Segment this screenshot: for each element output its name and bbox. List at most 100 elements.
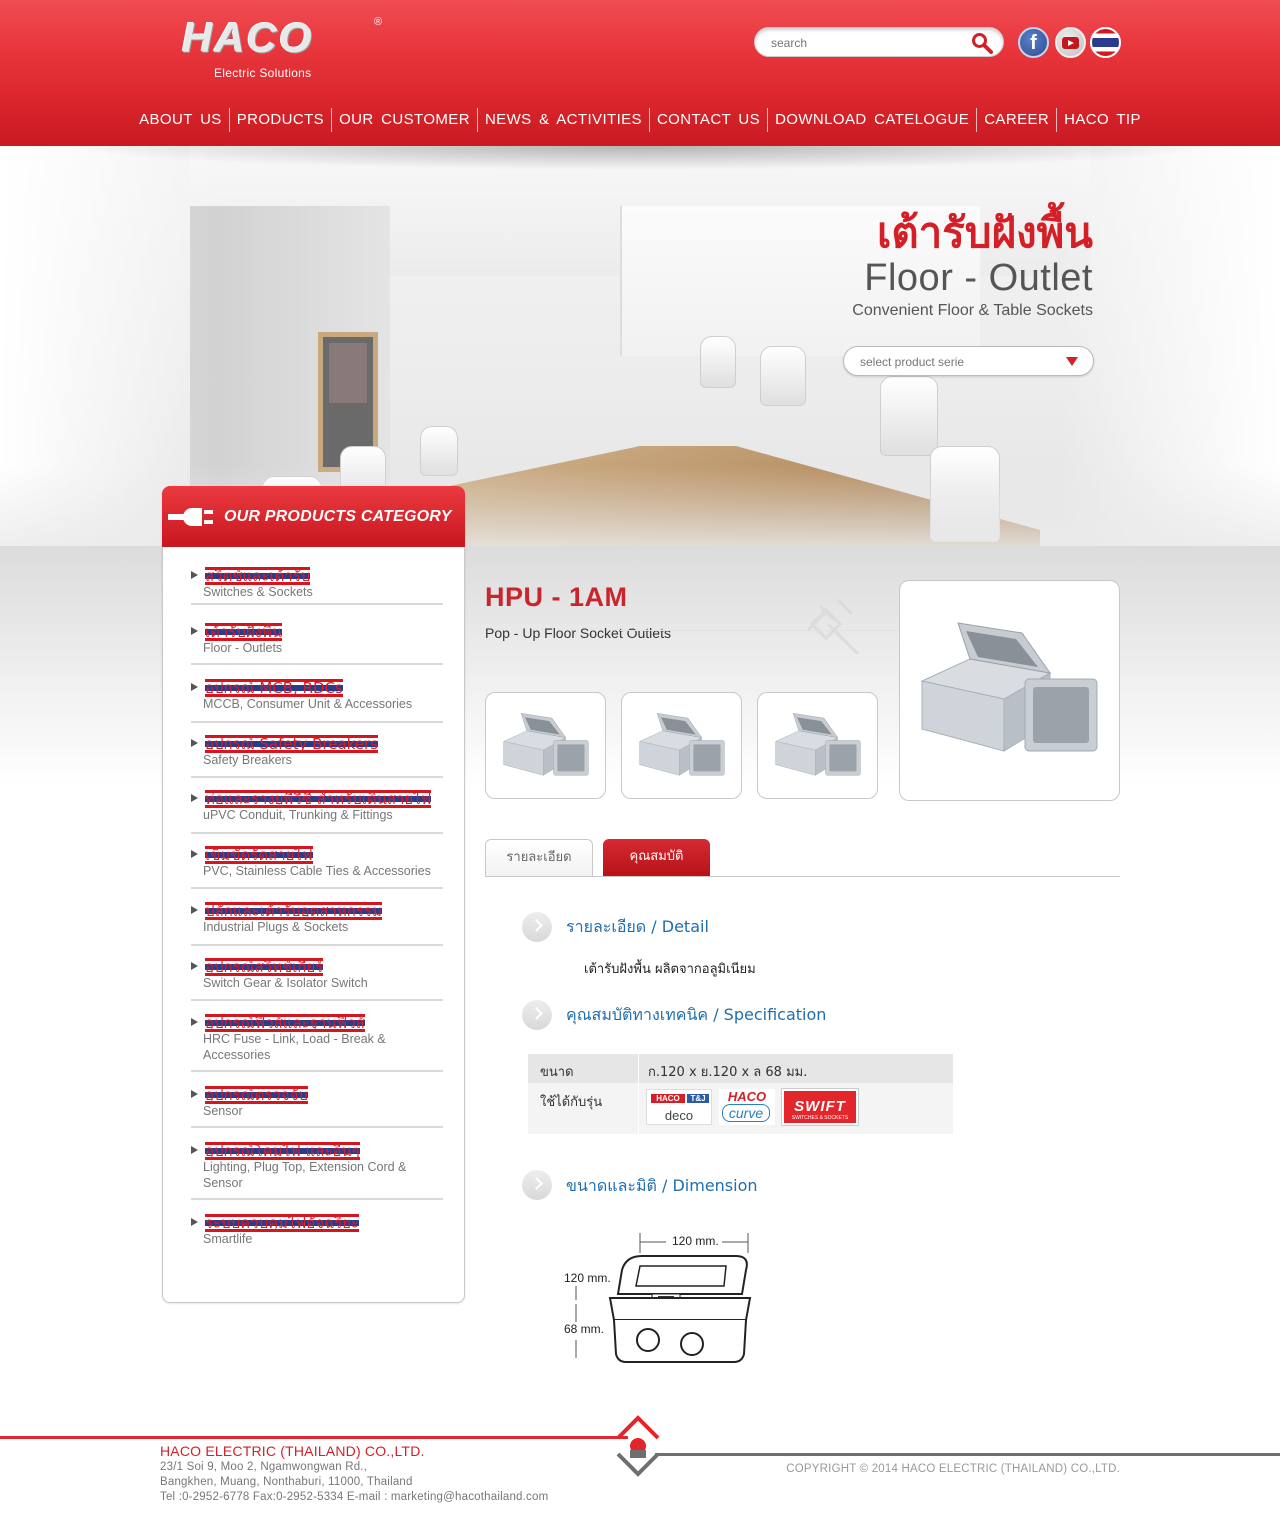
tab-detail[interactable]: รายละเอียด xyxy=(485,839,593,876)
registered-mark: ® xyxy=(374,16,383,28)
brand-deco-label: deco xyxy=(664,1108,694,1123)
product-thumbnail[interactable] xyxy=(485,692,606,799)
detail-text: เต้ารับฝังพื้น ผลิตจากอลูมิเนียม xyxy=(584,962,756,977)
category-label-en: PVC, Stainless Cable Ties & Accessories xyxy=(203,864,431,878)
category-item[interactable]: เต้ารับฝังพื้น Floor - Outlets xyxy=(191,621,443,665)
spec-value: ก.120 x ย.120 x ล 68 มม. xyxy=(648,1065,808,1080)
arrow-right-icon xyxy=(191,1090,198,1098)
facebook-icon[interactable]: f xyxy=(1018,27,1049,58)
category-label-en: uPVC Conduit, Trunking & Fittings xyxy=(203,808,393,822)
width-label: 120 mm. xyxy=(672,1234,719,1248)
category-item[interactable]: เข็มขัดรัดสายไฟ PVC, Stainless Cable Tie… xyxy=(191,844,443,889)
footer-address-line: Bangkhen, Muang, Nonthaburi, 11000, Thai… xyxy=(160,1476,413,1488)
chevron-right-icon xyxy=(522,1170,552,1200)
category-item[interactable]: สวิตช์และเต้ารับ Switches & Sockets xyxy=(191,565,443,605)
chevron-right-icon xyxy=(522,1000,552,1030)
tab-properties[interactable]: คุณสมบัติ xyxy=(603,839,710,876)
arrow-right-icon xyxy=(191,906,198,914)
product-main-image[interactable] xyxy=(899,580,1120,801)
brand-haco-label: HACO xyxy=(727,1089,767,1104)
arrow-right-icon xyxy=(191,794,198,802)
category-title: OUR PRODUCTS CATEGORY xyxy=(224,508,452,525)
hero-subtitle: Convenient Floor & Table Sockets xyxy=(852,302,1093,319)
brand-curve-label: curve xyxy=(722,1104,770,1122)
dropdown-arrow-icon xyxy=(1066,357,1078,366)
product-photo xyxy=(638,713,725,776)
tab-underline xyxy=(485,876,1120,877)
category-item[interactable]: ระบบควบคุมไฟอัจฉริยะ Smartlife xyxy=(191,1212,443,1252)
nav-our-customer[interactable]: OUR CUSTOMER xyxy=(331,108,477,132)
category-label-en: Switch Gear & Isolator Switch xyxy=(203,976,368,990)
header-shadow xyxy=(60,146,1220,170)
footer-red-line xyxy=(0,1436,628,1439)
brand-logo-swift: SWIFT SWITCHES & SOCKETS xyxy=(782,1089,858,1125)
nav-contact-us[interactable]: CONTACT US xyxy=(648,108,767,132)
spec-key: ขนาด xyxy=(540,1065,574,1080)
category-label-en: Lighting, Plug Top, Extension Cord & Sen… xyxy=(203,1160,407,1190)
site-header: HACO ® Electric Solutions f ABOUT USPROD… xyxy=(0,0,1280,146)
arrow-right-icon xyxy=(191,962,198,970)
dimension-diagram xyxy=(575,1233,752,1363)
category-item[interactable]: อุปกรณ์ MCB, RDCs MCCB, Consumer Unit & … xyxy=(191,677,443,723)
nav-products[interactable]: PRODUCTS xyxy=(228,108,331,132)
search-box xyxy=(754,27,1004,57)
category-item[interactable]: อุปกรณ์โคมไฟ และอื่นๆ Lighting, Plug Top… xyxy=(191,1140,443,1200)
category-item[interactable]: ปลั๊กและเต้ารับอุตสาหกรรม Industrial Plu… xyxy=(191,900,443,946)
arrow-right-icon xyxy=(191,627,198,635)
category-label-en: Sensor xyxy=(203,1104,243,1118)
category-sidebar: OUR PRODUCTS CATEGORY สวิตช์และเต้ารับ S… xyxy=(162,486,465,1303)
category-item[interactable]: อุปกรณ์ตรวจจับ Sensor xyxy=(191,1084,443,1128)
category-item[interactable]: อุปกรณ์ฟิวส์และฐานฟิวส์ HRC Fuse - Link,… xyxy=(191,1012,443,1072)
arrow-right-icon xyxy=(191,1146,198,1154)
spec-heading: คุณสมบัติทางเทคนิค / Specification xyxy=(566,1005,827,1024)
logo-tagline: Electric Solutions xyxy=(214,66,312,80)
search-icon[interactable] xyxy=(971,32,993,54)
category-header: OUR PRODUCTS CATEGORY xyxy=(162,486,465,547)
thai-flag-icon[interactable] xyxy=(1090,27,1121,58)
logo-wordmark: HACO xyxy=(182,14,314,61)
hero-title: Floor - Outlet xyxy=(864,257,1093,299)
product-serie-select[interactable]: select product serie xyxy=(843,346,1094,376)
plug-outline-icon xyxy=(806,598,860,654)
search-input[interactable] xyxy=(771,34,961,52)
brand-swift-label: SWIFT xyxy=(794,1098,846,1115)
dimension-drawing: 120 mm. 120 mm. 68 mm. xyxy=(560,1228,760,1368)
footer-address-line: 23/1 Soi 9, Moo 2, Ngamwongwan Rd., xyxy=(160,1461,368,1473)
nav-career[interactable]: CAREER xyxy=(976,108,1056,132)
category-item[interactable]: อุปกรณ์สวิทช์เกียร์ Switch Gear & Isolat… xyxy=(191,956,443,1001)
product-thumbnail[interactable] xyxy=(621,692,742,799)
brand-logo-haco-deco: HACO T&J deco xyxy=(646,1089,712,1125)
product-thumbnail[interactable] xyxy=(757,692,878,799)
nav-download-catelogue[interactable]: DOWNLOAD CATELOGUE xyxy=(767,108,976,132)
spec-divider xyxy=(638,1054,639,1134)
arrow-right-icon xyxy=(191,739,198,747)
height-label: 68 mm. xyxy=(564,1322,605,1336)
product-photo xyxy=(920,622,1098,752)
category-item[interactable]: อุปกรณ์ Safety Breakers Safety Breakers xyxy=(191,733,443,778)
category-label-en: Safety Breakers xyxy=(203,753,292,767)
footer-plug-icon xyxy=(616,1415,660,1477)
brand-haco-label: HACO xyxy=(651,1094,685,1103)
nav-news-activities[interactable]: NEWS & ACTIVITIES xyxy=(476,108,649,132)
category-label-en: MCCB, Consumer Unit & Accessories xyxy=(203,697,413,711)
nav-about-us[interactable]: ABOUT US xyxy=(132,108,229,132)
product-photo xyxy=(502,713,589,776)
category-label-en: Industrial Plugs & Sockets xyxy=(203,920,349,934)
arrow-right-icon xyxy=(191,571,198,579)
arrow-right-icon xyxy=(191,1018,198,1026)
category-label-en: Floor - Outlets xyxy=(203,641,283,655)
youtube-icon[interactable] xyxy=(1055,27,1086,58)
chevron-right-icon xyxy=(522,912,552,942)
footer-grey-line xyxy=(655,1453,1280,1456)
spec-key: ใช้ได้กับรุ่น xyxy=(540,1095,603,1110)
arrow-right-icon xyxy=(191,850,198,858)
depth-label: 120 mm. xyxy=(564,1271,611,1285)
category-label-en: Smartlife xyxy=(203,1232,253,1246)
haco-logo[interactable]: HACO ® Electric Solutions xyxy=(182,16,392,82)
product-photo xyxy=(774,713,861,776)
category-item[interactable]: ท่อและรางยูพีวีซี สำหรับเดินสายไฟ uPVC C… xyxy=(191,788,443,834)
nav-haco-tip[interactable]: HACO TIP xyxy=(1056,108,1148,132)
arrow-right-icon xyxy=(191,1218,198,1226)
footer-contact: Tel :0-2952-6778 Fax:0-2952-5334 E-mail … xyxy=(160,1491,549,1503)
main-nav: ABOUT US PRODUCTS OUR CUSTOMER NEWS & ACTIV… xyxy=(0,108,1280,134)
